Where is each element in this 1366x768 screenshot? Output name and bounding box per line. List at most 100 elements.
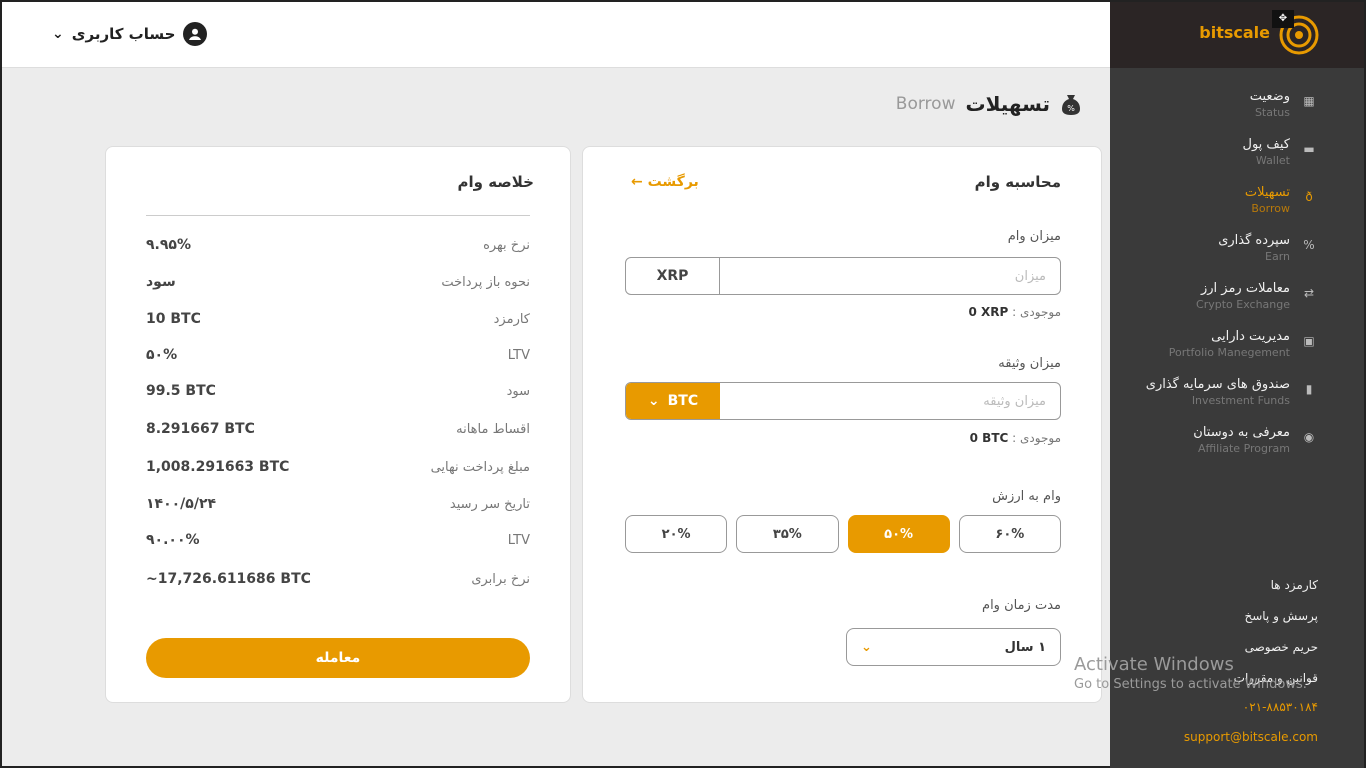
sidebar-item-status[interactable]: ▦ وضعیت Status (1110, 88, 1364, 136)
collateral-currency-select[interactable]: ⌄ BTC (626, 383, 720, 419)
loan-amount-input[interactable] (720, 258, 1060, 294)
sidebar-item-sublabel: Crypto Exchange (1196, 298, 1290, 311)
ltv-option-20[interactable]: ۲۰% (625, 515, 728, 553)
exchange-icon: ⇄ (1303, 286, 1315, 300)
summary-row: تاریخ سر رسید ۱۴۰۰/۵/۲۴ (146, 496, 530, 512)
summary-row: LTV ۹۰.۰۰% (146, 532, 530, 548)
account-menu[interactable]: ⌄ حساب کاربری (52, 22, 208, 46)
summary-row: LTV ۵۰% (146, 347, 530, 363)
briefcase-icon: ▣ (1303, 334, 1315, 348)
sidebar-item-sublabel: Status (1254, 106, 1290, 119)
brand-header: bitscale ✥ (1110, 2, 1364, 68)
back-link[interactable]: برگشت ← (631, 174, 699, 190)
trade-button[interactable]: معامله (146, 638, 530, 678)
arrow-left-icon: ← (631, 174, 643, 190)
row-key: تاریخ سر رسید (449, 496, 530, 512)
row-value: ~17,726.611686 BTC (146, 571, 311, 587)
sidebar-item-label: وضعیت (1249, 89, 1290, 104)
collateral-amount-input[interactable] (720, 383, 1060, 419)
sidebar-item-label: کیف پول (1242, 137, 1290, 152)
sidebar-item-label: معرفی به دوستان (1193, 425, 1290, 440)
svg-text:%: % (1067, 104, 1075, 113)
activate-windows-watermark: Activate Windows Go to Settings to activ… (1074, 654, 1307, 692)
row-key: LTV (507, 532, 530, 548)
duration-select[interactable]: ۱ سال ⌄ (846, 628, 1061, 666)
support-email[interactable]: support@bitscale.com (1184, 730, 1318, 744)
sidebar-item-affiliate[interactable]: ◉ معرفی به دوستان Affiliate Program (1110, 424, 1364, 472)
collateral-currency-label: BTC (667, 393, 699, 409)
user-circle-icon: ◉ (1303, 430, 1315, 444)
summary-row: نرخ برابری ~17,726.611686 BTC (146, 571, 530, 587)
money-bag-icon: ð (1305, 190, 1313, 204)
link-fees[interactable]: کارمزد ها (1234, 574, 1318, 605)
summary-row: نحوه باز پرداخت سود (146, 274, 530, 290)
wallet-icon: ▬ (1303, 142, 1315, 156)
summary-row: سود 99.5 BTC (146, 383, 530, 399)
divider (146, 215, 530, 216)
row-key: کارمزد (493, 311, 530, 327)
percent-icon: % (1303, 238, 1315, 252)
balance-label: موجودی : (1012, 431, 1061, 445)
summary-row: نرخ بهره ۹.۹۵% (146, 237, 530, 253)
sidebar-item-label: معاملات رمز ارز (1200, 281, 1290, 296)
sidebar-item-borrow[interactable]: ð تسهیلات Borrow (1110, 184, 1364, 232)
row-key: سود (506, 383, 530, 399)
sidebar-item-label: تسهیلات (1244, 185, 1290, 200)
summary-row: اقساط ماهانه 8.291667 BTC (146, 421, 530, 437)
sidebar-item-label: صندوق های سرمایه گذاری (1145, 377, 1290, 392)
row-key: نحوه باز پرداخت (441, 274, 530, 290)
calculator-title: محاسبه وام (974, 173, 1061, 191)
ltv-option-35[interactable]: ۳۵% (736, 515, 839, 553)
page-header: % تسهیلات Borrow (896, 92, 1082, 116)
row-key: اقساط ماهانه (456, 421, 530, 437)
row-value: ۵۰% (146, 347, 178, 363)
ltv-option-60[interactable]: ۶۰% (958, 515, 1061, 553)
row-key: LTV (507, 347, 530, 363)
ltv-label: وام به ارزش (992, 489, 1061, 504)
page-title: تسهیلات (965, 92, 1050, 116)
row-value: ۹۰.۰۰% (146, 532, 200, 548)
money-bag-icon: % (1062, 95, 1080, 115)
summary-row: کارمزد 10 BTC (146, 311, 530, 327)
sidebar-item-label: مدیریت دارایی (1211, 329, 1290, 344)
sidebar-item-sublabel: Affiliate Program (1197, 442, 1290, 455)
row-value: 1,008.291663 BTC (146, 459, 290, 475)
row-value: 10 BTC (146, 311, 201, 327)
sidebar-nav: ▦ وضعیت Status ▬ کیف پول Wallet ð تسهیلا… (1110, 88, 1364, 472)
loan-amount-group: XRP (625, 257, 1061, 295)
link-faq[interactable]: پرسش و پاسخ (1234, 605, 1318, 636)
loan-summary-card: خلاصه وام نرخ بهره ۹.۹۵% نحوه باز پرداخت س… (105, 146, 571, 703)
chevron-down-icon: ⌄ (647, 393, 660, 409)
balance-value: 0 XRP (968, 305, 1009, 319)
collapse-icon[interactable]: ✥ (1272, 10, 1294, 28)
watermark-line1: Activate Windows (1074, 654, 1234, 675)
chevron-down-icon: ⌄ (52, 26, 64, 42)
collateral-amount-label: میزان وثیقه (998, 356, 1061, 371)
support-phone[interactable]: ۰۲۱-۸۸۵۳۰۱۸۴ (1243, 700, 1318, 714)
sidebar-item-crypto-exchange[interactable]: ⇄ معاملات رمز ارز Crypto Exchange (1110, 280, 1364, 328)
collateral-balance: موجودی : 0 BTC (970, 431, 1061, 445)
summary-title: خلاصه وام (457, 173, 534, 191)
sidebar-item-portfolio[interactable]: ▣ مدیریت دارایی Portfolio Manegement (1110, 328, 1364, 376)
row-value: ۹.۹۵% (146, 237, 191, 253)
top-bar: ⌄ حساب کاربری (2, 2, 1112, 68)
loan-currency: XRP (626, 258, 720, 294)
sidebar-item-sublabel: Investment Funds (1191, 394, 1290, 407)
sidebar-item-wallet[interactable]: ▬ کیف پول Wallet (1110, 136, 1364, 184)
summary-row: مبلغ پرداخت نهایی 1,008.291663 BTC (146, 459, 530, 475)
sidebar-item-label: سپرده گذاری (1218, 233, 1290, 248)
sidebar-item-investment-funds[interactable]: ▮ صندوق های سرمایه گذاری Investment Fund… (1110, 376, 1364, 424)
back-label: برگشت (647, 174, 699, 190)
row-value: سود (146, 274, 176, 290)
watermark-line2: Go to Settings to activate Windows. (1074, 677, 1307, 692)
collateral-amount-group: ⌄ BTC (625, 382, 1061, 420)
loan-balance: موجودی : 0 XRP (969, 305, 1062, 319)
row-value: 8.291667 BTC (146, 421, 255, 437)
ltv-option-50[interactable]: ۵۰% (847, 515, 950, 553)
sidebar-item-sublabel: Portfolio Manegement (1168, 346, 1290, 359)
sidebar-item-sublabel: Wallet (1255, 154, 1290, 167)
loan-calculator-card: محاسبه وام برگشت ← میزان وام XRP موجودی … (582, 146, 1102, 703)
sidebar-item-earn[interactable]: % سپرده گذاری Earn (1110, 232, 1364, 280)
dashboard-icon: ▦ (1303, 94, 1315, 108)
row-value: ۱۴۰۰/۵/۲۴ (146, 496, 217, 512)
